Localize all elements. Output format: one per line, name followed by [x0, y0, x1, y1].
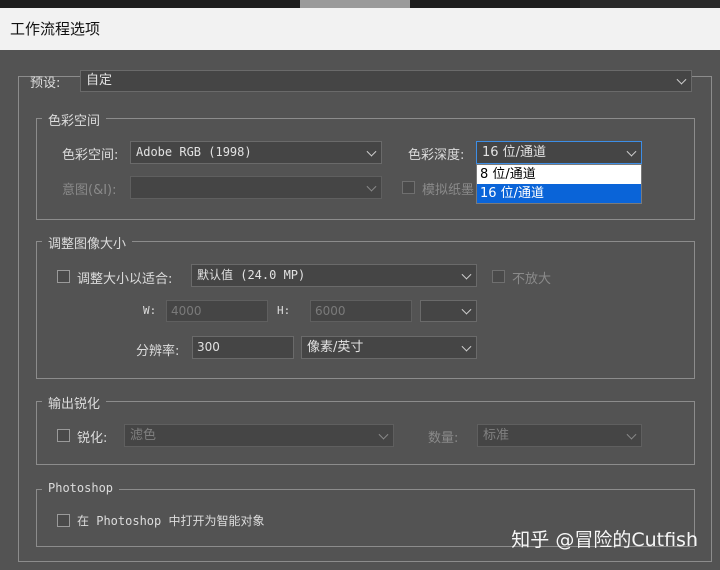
- sharpen-select-value: 滤色: [130, 428, 157, 443]
- intent-select[interactable]: [130, 176, 382, 199]
- smart-object-checkbox[interactable]: [57, 514, 70, 527]
- smart-object-label: 在 Photoshop 中打开为智能对象: [77, 514, 265, 528]
- chevron-down-icon: [461, 304, 472, 315]
- color-space-label: 色彩空间:: [62, 148, 119, 163]
- resolution-label: 分辨率:: [136, 344, 180, 359]
- width-input-value: 4000: [171, 304, 202, 318]
- sharpen-checkbox[interactable]: [57, 429, 70, 442]
- resolution-input[interactable]: 300: [192, 336, 294, 359]
- dialog-title: 工作流程选项: [0, 8, 720, 50]
- chevron-down-icon: [626, 429, 637, 440]
- color-space-select[interactable]: Adobe RGB (1998): [130, 141, 382, 164]
- amount-select-value: 标准: [483, 428, 510, 443]
- chevron-down-icon: [366, 146, 377, 157]
- color-depth-label: 色彩深度:: [408, 148, 465, 163]
- chevron-down-icon: [461, 341, 472, 352]
- chevron-down-icon: [676, 74, 687, 85]
- resize-group-title: 调整图像大小: [42, 233, 133, 252]
- dialog-body: 预设: 自定 色彩空间 色彩空间: Adobe RGB (1998) 色彩深度:…: [0, 50, 720, 570]
- preset-select[interactable]: 自定: [80, 70, 692, 92]
- color-space-group-title: 色彩空间: [42, 110, 107, 129]
- chevron-down-icon: [378, 429, 389, 440]
- color-depth-option-8bit[interactable]: 8 位/通道: [477, 165, 641, 184]
- width-input[interactable]: 4000: [166, 300, 268, 322]
- resolution-unit-select-value: 像素/英寸: [307, 340, 364, 355]
- resize-fit-select-value: 默认值 (24.0 MP): [197, 268, 306, 282]
- preset-label: 预设:: [30, 76, 61, 91]
- sharpen-select[interactable]: 滤色: [124, 424, 394, 447]
- background-image-fragment-right: [580, 0, 720, 8]
- background-image-fragment: [300, 0, 410, 8]
- watermark: 知乎 @冒险的Cutfish: [511, 529, 698, 551]
- resize-fit-label: 调整大小以适合:: [77, 272, 173, 287]
- size-unit-select[interactable]: [420, 300, 477, 322]
- chevron-down-icon: [626, 146, 637, 157]
- color-depth-select[interactable]: 16 位/通道: [476, 141, 642, 164]
- width-label: W:: [143, 304, 157, 317]
- resize-fit-select[interactable]: 默认值 (24.0 MP): [191, 264, 477, 287]
- color-depth-dropdown-list: 8 位/通道 16 位/通道: [476, 164, 642, 204]
- amount-label: 数量:: [428, 431, 459, 446]
- resolution-unit-select[interactable]: 像素/英寸: [301, 336, 477, 359]
- chevron-down-icon: [366, 181, 377, 192]
- amount-select[interactable]: 标准: [477, 424, 642, 447]
- height-input[interactable]: 6000: [310, 300, 412, 322]
- sharpen-label: 锐化:: [77, 431, 108, 446]
- height-label: H:: [277, 304, 291, 317]
- simulate-paper-label: 模拟纸墨: [422, 183, 475, 198]
- intent-label: 意图(&I):: [62, 183, 117, 198]
- resize-fit-checkbox[interactable]: [57, 270, 70, 283]
- color-depth-option-16bit[interactable]: 16 位/通道: [477, 184, 641, 203]
- color-space-select-value: Adobe RGB (1998): [136, 145, 252, 159]
- photoshop-group-title: Photoshop: [42, 481, 120, 495]
- background-strip: [0, 0, 720, 8]
- no-enlarge-checkbox[interactable]: [492, 270, 505, 283]
- height-input-value: 6000: [315, 304, 346, 318]
- sharpen-group-title: 输出锐化: [42, 393, 107, 412]
- chevron-down-icon: [461, 269, 472, 280]
- no-enlarge-label: 不放大: [512, 272, 552, 287]
- preset-select-value: 自定: [86, 73, 113, 88]
- color-depth-select-value: 16 位/通道: [482, 145, 547, 160]
- simulate-paper-checkbox[interactable]: [402, 181, 415, 194]
- resolution-input-value: 300: [197, 340, 220, 354]
